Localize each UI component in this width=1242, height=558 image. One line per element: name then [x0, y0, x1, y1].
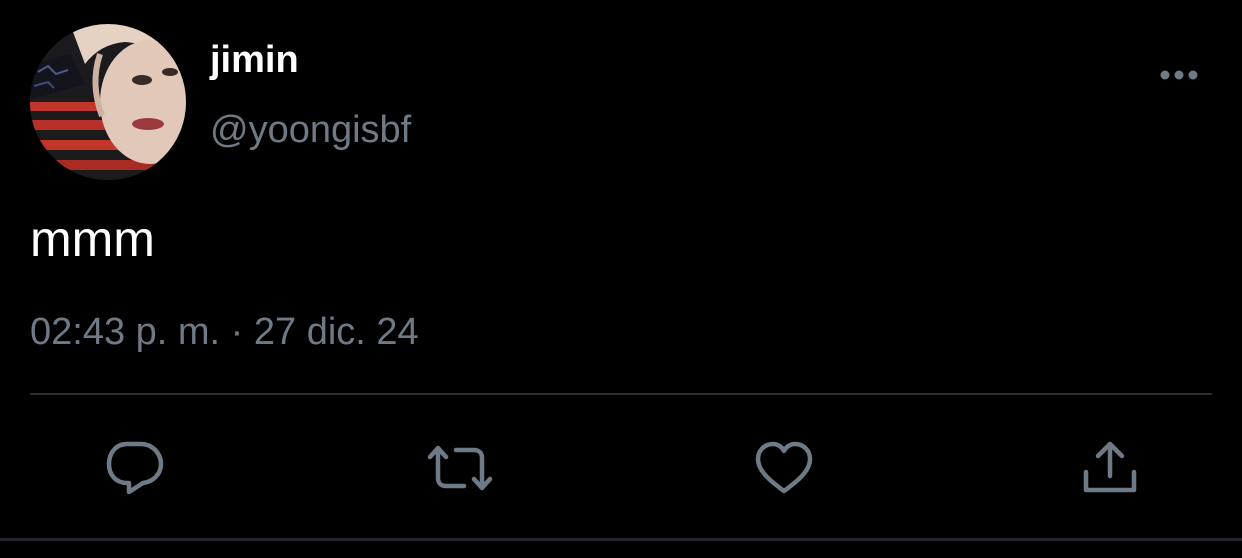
like-button[interactable] — [752, 436, 816, 500]
divider — [30, 393, 1212, 395]
bottom-divider — [0, 538, 1242, 541]
tweet-timestamp[interactable]: 02:43 p. m. · 27 dic. 24 — [30, 308, 419, 356]
reply-bubble-icon — [106, 441, 164, 495]
more-options-button[interactable] — [1152, 56, 1206, 94]
user-handle[interactable]: @yoongisbf — [210, 106, 411, 154]
tweet-text: mmm — [30, 211, 155, 267]
share-button[interactable] — [1078, 436, 1142, 500]
tweet-detail: jimin @yoongisbf mmm 02:43 p. m. · 27 di… — [0, 0, 1242, 558]
retweet-icon — [427, 445, 493, 491]
share-upload-icon — [1083, 441, 1137, 493]
reply-button[interactable] — [103, 436, 167, 500]
display-name[interactable]: jimin — [210, 36, 299, 84]
heart-icon — [755, 441, 813, 494]
avatar[interactable] — [30, 24, 186, 180]
retweet-button[interactable] — [426, 436, 494, 500]
more-horizontal-icon — [1160, 70, 1198, 80]
